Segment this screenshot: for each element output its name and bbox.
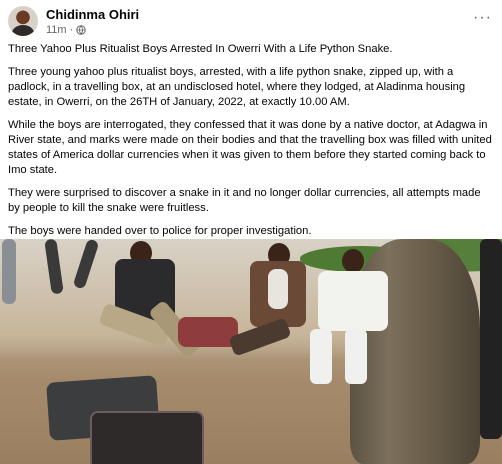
post-paragraph: Three Yahoo Plus Ritualist Boys Arrested… — [8, 43, 393, 55]
person-white-shirt — [318, 271, 388, 331]
post-text: Three Yahoo Plus Ritualist Boys Arrested… — [8, 42, 494, 247]
post-meta: 11m · — [46, 24, 86, 36]
person-leg — [310, 329, 332, 384]
avatar-shoulders — [12, 25, 34, 36]
travelling-box — [90, 411, 204, 464]
author-avatar[interactable] — [8, 6, 38, 36]
post-header: Chidinma Ohiri 11m · ··· — [0, 0, 502, 40]
author-name[interactable]: Chidinma Ohiri — [46, 7, 139, 22]
more-options-icon[interactable]: ··· — [473, 10, 492, 26]
post-paragraph: They were surprised to discover a snake … — [8, 187, 481, 214]
post-paragraph: While the boys are interrogated, they co… — [8, 119, 492, 176]
patterned-cloth — [178, 317, 238, 347]
person-left — [98, 239, 210, 389]
post-time[interactable]: 11m — [46, 24, 67, 36]
meta-separator: · — [69, 24, 74, 36]
post-photo[interactable] — [0, 239, 502, 464]
post-paragraph: Three young yahoo plus ritualist boys, a… — [8, 66, 466, 108]
globe-icon[interactable] — [76, 25, 86, 35]
person-head — [342, 249, 364, 273]
post-paragraph: The boys were handed over to police for … — [8, 225, 312, 237]
bystander-leg — [2, 239, 16, 304]
bystander-leg — [480, 239, 502, 439]
person-inner-shirt — [268, 269, 288, 309]
person-leg — [345, 329, 367, 384]
person-right — [300, 239, 400, 399]
